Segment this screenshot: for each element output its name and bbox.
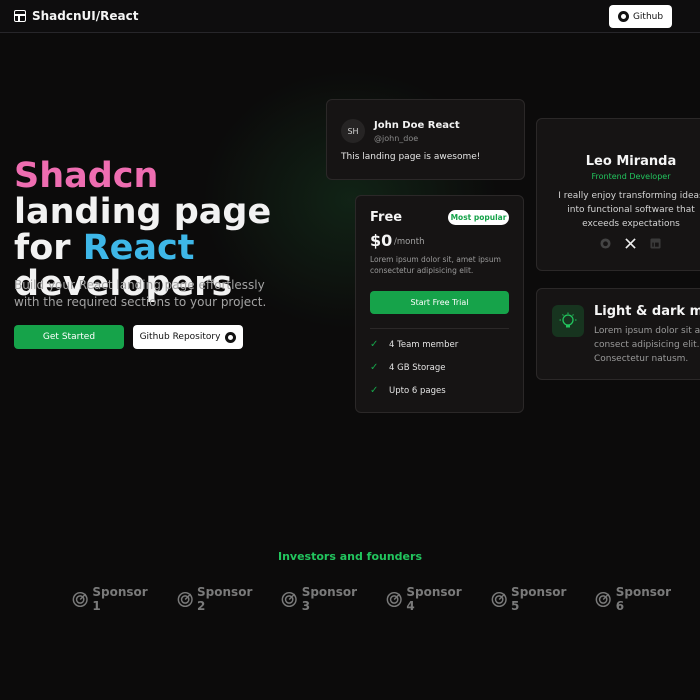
sponsor-name: Sponsor 5 xyxy=(511,585,567,613)
plan-name: Free xyxy=(370,210,403,225)
testimonial-handle: @john_doe xyxy=(374,134,419,143)
sponsor-name: Sponsor 3 xyxy=(301,585,358,613)
radar-icon xyxy=(491,591,507,607)
social-links xyxy=(599,237,661,249)
check-icon: ✓ xyxy=(370,339,379,350)
team-member-bio: I really enjoy transforming ideas into f… xyxy=(558,191,700,229)
check-icon: ✓ xyxy=(370,385,379,396)
feature-item: ✓ Upto 6 pages xyxy=(370,385,446,396)
sponsor-item: Sponsor 4 xyxy=(386,585,472,613)
x-icon[interactable] xyxy=(624,237,636,249)
pricing-card: Free Most popular $0 /month Lorem ipsum … xyxy=(355,195,524,413)
hero-title-highlight-shadcn: Shadcn xyxy=(14,156,159,196)
radar-icon xyxy=(72,591,88,607)
sponsor-name: Sponsor 1 xyxy=(92,585,148,613)
plan-period: /month xyxy=(394,237,425,247)
github-icon xyxy=(225,331,237,343)
feature-title: Light & dark mode xyxy=(594,304,700,319)
team-member-name: Leo Miranda xyxy=(585,154,677,169)
sponsor-name: Sponsor 2 xyxy=(197,585,253,613)
hero-title-highlight-react: React xyxy=(82,228,195,268)
feature-description-line: consect adipisicing elit. xyxy=(594,340,700,350)
sponsor-item: Sponsor 1 xyxy=(72,585,158,613)
feature-description: Lorem ipsum dolor sit amet consect adipi… xyxy=(594,324,700,366)
radar-icon xyxy=(177,591,193,607)
github-nav-button[interactable]: Github xyxy=(609,5,672,28)
linkedin-icon[interactable] xyxy=(649,237,661,249)
github-icon[interactable] xyxy=(599,237,611,249)
sponsors-heading: Investors and founders xyxy=(278,550,422,563)
brand-name: ShadcnUI/React xyxy=(32,9,139,23)
github-icon xyxy=(617,11,629,22)
radar-icon xyxy=(281,591,298,607)
testimonial-text: This landing page is awesome! xyxy=(341,152,481,162)
sponsor-item: Sponsor 3 xyxy=(281,585,367,613)
feature-label: 4 Team member xyxy=(389,339,459,350)
feature-item: ✓ 4 Team member xyxy=(370,339,458,350)
popular-badge: Most popular xyxy=(448,210,509,225)
get-started-button[interactable]: Get Started xyxy=(14,325,124,349)
divider xyxy=(370,328,509,329)
sponsors-list: Sponsor 1 Sponsor 2 Sponsor 3 Sponsor 4 … xyxy=(72,585,700,613)
github-nav-label: Github xyxy=(632,11,664,22)
sponsor-item: Sponsor 5 xyxy=(491,585,577,613)
github-repository-button[interactable]: Github Repository xyxy=(133,325,243,349)
start-free-trial-button[interactable]: Start Free Trial xyxy=(370,291,509,314)
github-repository-label: Github Repository xyxy=(139,332,221,342)
sponsor-name: Sponsor 4 xyxy=(406,585,462,613)
feature-description-line: Lorem ipsum dolor sit amet xyxy=(594,326,700,336)
radar-icon xyxy=(595,591,612,607)
feature-item: ✓ 4 GB Storage xyxy=(370,362,446,373)
sponsor-item: Sponsor 2 xyxy=(177,585,263,613)
sponsor-name: Sponsor 6 xyxy=(615,585,672,613)
feature-description-line: Consectetur natusm. xyxy=(594,354,689,364)
sponsor-item: Sponsor 6 xyxy=(595,585,681,613)
lightbulb-icon xyxy=(552,305,584,337)
top-navbar: ShadcnUI/React Github xyxy=(0,0,700,33)
feature-card: Light & dark mode Lorem ipsum dolor sit … xyxy=(536,288,700,380)
team-member-card: Leo Miranda Frontend Developer I really … xyxy=(536,118,700,271)
layout-icon xyxy=(14,10,26,22)
check-icon: ✓ xyxy=(370,362,379,373)
hero-subtitle: Build your React landing page effortless… xyxy=(14,278,267,309)
testimonial-name: John Doe React xyxy=(374,120,460,131)
avatar: SH xyxy=(341,119,365,143)
team-member-role: Frontend Developer xyxy=(591,172,671,181)
brand-link[interactable]: ShadcnUI/React xyxy=(14,9,138,23)
plan-description: Lorem ipsum dolor sit, amet ipsum consec… xyxy=(370,255,501,275)
testimonial-card: SH John Doe React @john_doe This landing… xyxy=(326,99,525,180)
feature-label: Upto 6 pages xyxy=(389,385,446,396)
feature-label: 4 GB Storage xyxy=(389,362,446,373)
plan-price: $0 xyxy=(370,231,393,250)
radar-icon xyxy=(386,591,402,607)
